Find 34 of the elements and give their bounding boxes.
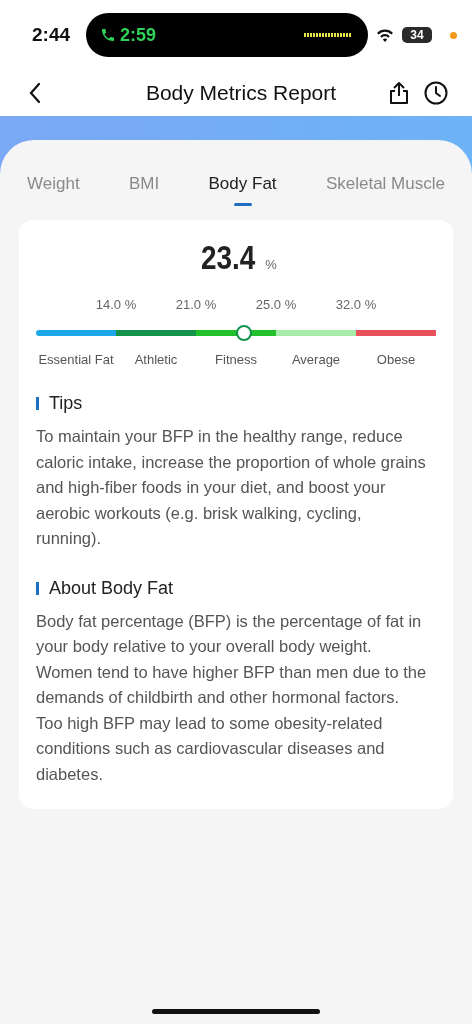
range-label: Essential Fat <box>37 352 115 367</box>
threshold-label: 21.0 % <box>175 297 217 312</box>
heading-marker <box>36 397 39 410</box>
section-heading: Tips <box>49 393 83 414</box>
wifi-icon <box>376 28 395 42</box>
range-label: Obese <box>375 352 417 367</box>
reading-unit: % <box>265 257 277 272</box>
section-text: Body fat percentage (BFP) is the percentage of fat in your body relative to your overall body weight. Women tend to have higher BFP than men due to the demands of childbirth and other hormonal factors. Too high BFP may lead to some obesity-related conditions such as cardiovascular diseases and diabetes. <box>36 610 428 785</box>
privacy-dot <box>450 31 458 39</box>
call-timer: 2:59 <box>120 24 157 46</box>
section-text: To maintain your BFP in the healthy range, reduce caloric intake, increase the proportion of whole grains and high-fiber foods in your diet, and boost your aerobic workouts (e.g. brisk walking, cycling, running). <box>36 426 427 549</box>
threshold-label: 14.0 % <box>95 297 137 312</box>
threshold-label: 32.0 % <box>335 297 377 312</box>
page-title: Body Metrics Report <box>144 81 338 105</box>
reading-value: 23.4 <box>201 238 256 277</box>
waveform-icon <box>304 33 353 37</box>
clock-icon[interactable] <box>424 81 448 105</box>
metric-tab[interactable]: BMI <box>128 174 160 206</box>
phone-icon <box>100 27 117 43</box>
battery-indicator: 34 <box>402 27 433 43</box>
call-pill[interactable]: 2:59 <box>86 13 369 57</box>
range-label: Average <box>290 352 342 367</box>
status-time: 2:44 <box>32 24 71 46</box>
heading-marker <box>36 581 39 595</box>
gauge-marker <box>236 325 252 341</box>
share-icon[interactable] <box>388 81 410 105</box>
metric-tab[interactable]: Body Fat <box>208 174 277 206</box>
metric-tab[interactable]: Skeletal Muscle <box>325 174 445 206</box>
section-heading: About Body Fat <box>49 577 174 599</box>
back-icon[interactable] <box>28 82 42 104</box>
threshold-label: 25.0 % <box>255 297 297 312</box>
range-label: Fitness <box>214 352 258 367</box>
range-label: Athletic <box>133 352 179 367</box>
metric-tab[interactable]: Weight <box>27 174 80 206</box>
